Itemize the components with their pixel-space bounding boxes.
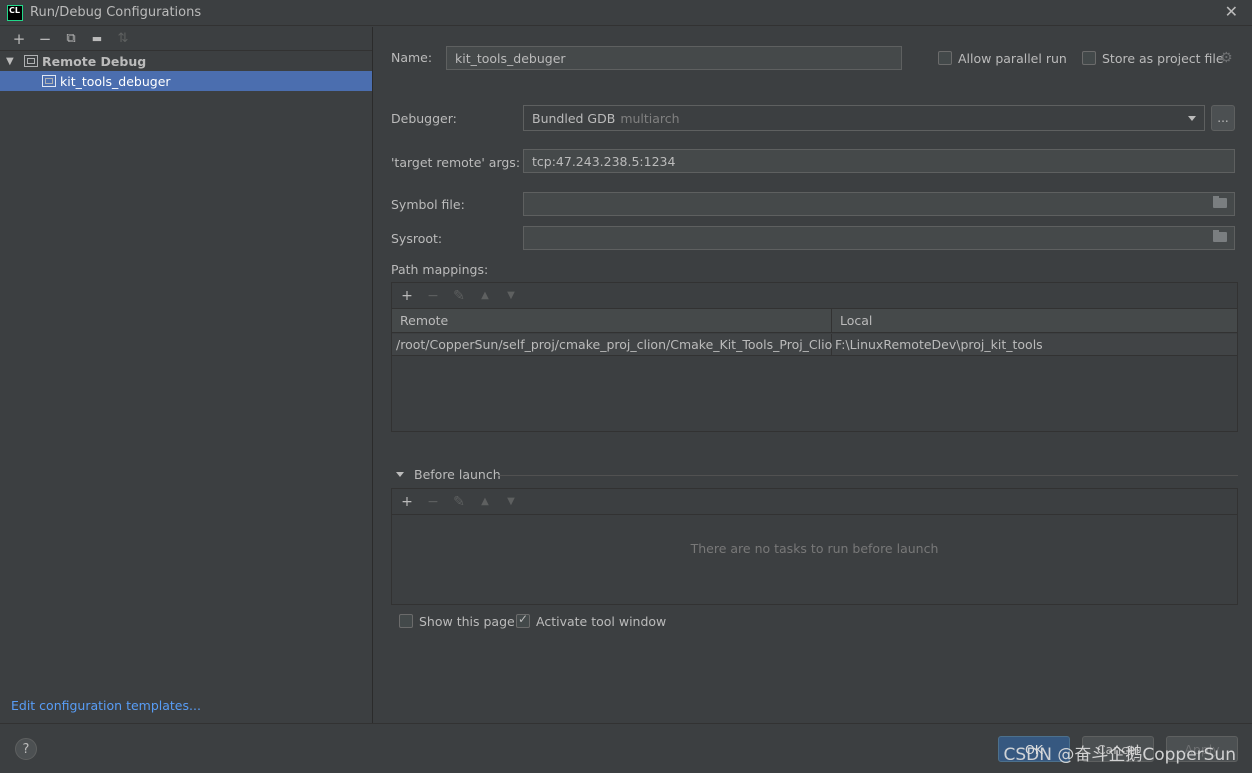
column-header-remote[interactable]: Remote (392, 309, 832, 333)
close-icon[interactable]: ✕ (1225, 4, 1238, 20)
new-folder-icon[interactable]: ▬ (84, 29, 110, 49)
tree-item-label: kit_tools_debuger (60, 73, 171, 89)
show-this-page-checkbox[interactable] (399, 614, 413, 628)
allow-parallel-run-label: Allow parallel run (958, 51, 1067, 66)
debugger-more-button[interactable]: ... (1211, 105, 1235, 131)
target-remote-args-label: 'target remote' args: (391, 155, 521, 170)
move-up-icon[interactable]: ▲ (472, 286, 498, 306)
dialog-button-bar: ? OK Cancel Apply CSDN @奋斗企鹅CopperSun (0, 723, 1252, 773)
before-launch-tasks: + − ✎ ▲ ▼ There are no tasks to run befo… (391, 488, 1238, 605)
browse-folder-icon[interactable] (1213, 230, 1227, 242)
sysroot-field[interactable] (523, 226, 1235, 250)
name-field-value: kit_tools_debuger (455, 50, 566, 66)
column-header-local[interactable]: Local (832, 309, 1237, 333)
activate-tool-window-checkbox[interactable] (516, 612, 530, 628)
configuration-form: Name: kit_tools_debuger Allow parallel r… (374, 27, 1252, 723)
store-as-project-file-checkbox[interactable] (1082, 51, 1096, 65)
before-launch-toolbar: + − ✎ ▲ ▼ (392, 489, 1237, 515)
move-up-icon[interactable]: ▲ (472, 492, 498, 512)
sidebar-toolbar: + − ⧉ ▬ ⇅ (0, 27, 372, 51)
debugger-label: Debugger: (391, 111, 457, 126)
before-launch-label: Before launch (414, 467, 501, 482)
section-divider (498, 475, 1238, 476)
remove-mapping-icon[interactable]: − (420, 286, 446, 306)
chevron-down-icon[interactable]: ▼ (6, 56, 20, 67)
store-as-project-file-label: Store as project file (1102, 51, 1224, 66)
tree-item-kit-tools-debuger[interactable]: kit_tools_debuger (0, 71, 372, 91)
target-remote-args-value: tcp:47.243.238.5:1234 (532, 153, 676, 169)
no-tasks-message: There are no tasks to run before launch (690, 541, 939, 556)
copy-configuration-icon[interactable]: ⧉ (58, 29, 84, 49)
name-field[interactable]: kit_tools_debuger (446, 46, 902, 70)
add-mapping-icon[interactable]: + (394, 286, 420, 306)
symbol-file-field[interactable] (523, 192, 1235, 216)
chevron-down-icon (396, 472, 404, 477)
move-down-icon[interactable]: ▼ (498, 286, 524, 306)
debugger-select-hint: multiarch (620, 110, 680, 126)
before-launch-header[interactable]: Before launch (391, 467, 501, 482)
move-down-icon[interactable]: ▼ (498, 492, 524, 512)
remove-configuration-icon[interactable]: − (32, 29, 58, 49)
show-this-page-label: Show this page (419, 614, 515, 629)
edit-task-icon[interactable]: ✎ (446, 492, 472, 512)
sysroot-label: Sysroot: (391, 231, 443, 246)
path-mappings-toolbar: + − ✎ ▲ ▼ (392, 283, 1237, 309)
csdn-watermark: CSDN @奋斗企鹅CopperSun (1003, 745, 1236, 765)
tree-group-label: Remote Debug (42, 53, 147, 69)
sort-configurations-icon[interactable]: ⇅ (110, 29, 136, 49)
window-title: Run/Debug Configurations (30, 5, 202, 20)
edit-mapping-icon[interactable]: ✎ (446, 286, 472, 306)
chevron-down-icon (1188, 116, 1196, 121)
tree-group-remote-debug[interactable]: ▼ Remote Debug (0, 51, 372, 71)
edit-configuration-templates-link[interactable]: Edit configuration templates... (11, 698, 201, 713)
browse-folder-icon[interactable] (1213, 196, 1227, 208)
help-button[interactable]: ? (15, 738, 37, 760)
table-cell-remote[interactable]: /root/CopperSun/self_proj/cmake_proj_cli… (392, 334, 840, 356)
path-mappings-label: Path mappings: (391, 262, 489, 277)
target-remote-args-field[interactable]: tcp:47.243.238.5:1234 (523, 149, 1235, 173)
activate-tool-window-label: Activate tool window (536, 614, 667, 629)
name-label: Name: (391, 50, 433, 65)
symbol-file-label: Symbol file: (391, 197, 465, 212)
title-bar: CL Run/Debug Configurations ✕ (0, 0, 1252, 26)
add-task-icon[interactable]: + (394, 492, 420, 512)
configurations-sidebar: + − ⧉ ▬ ⇅ ▼ Remote Debug kit_tools_debug… (0, 27, 373, 723)
debugger-select[interactable]: Bundled GDB multiarch (523, 105, 1205, 131)
configuration-icon (42, 75, 56, 87)
allow-parallel-run-checkbox[interactable] (938, 51, 952, 65)
debugger-select-value: Bundled GDB (532, 110, 616, 126)
remove-task-icon[interactable]: − (420, 492, 446, 512)
table-cell-local[interactable]: F:\LinuxRemoteDev\proj_kit_tools (832, 334, 1237, 356)
clion-app-icon: CL (7, 4, 23, 21)
gear-icon[interactable]: ⚙ (1220, 50, 1233, 66)
path-mappings-table: + − ✎ ▲ ▼ Remote Local /root/CopperSun/s… (391, 282, 1238, 432)
add-configuration-icon[interactable]: + (6, 29, 32, 49)
remote-debug-icon (24, 55, 38, 67)
